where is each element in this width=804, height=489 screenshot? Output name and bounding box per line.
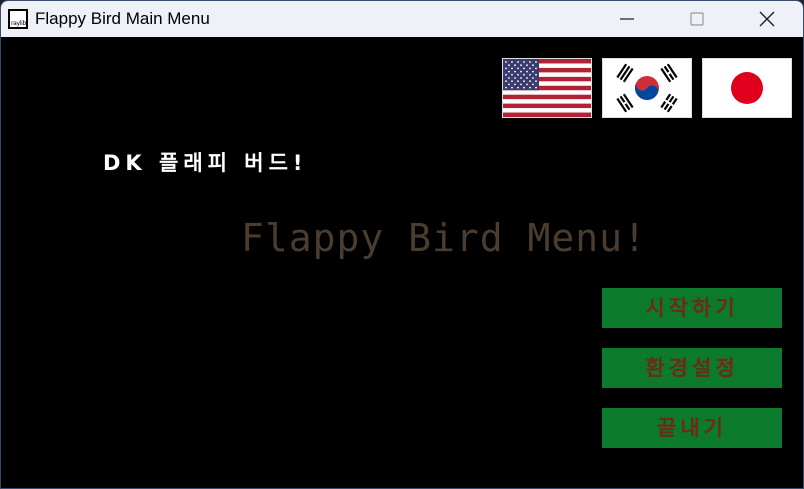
game-title: DK 플래피 버드! (103, 151, 308, 175)
minimize-button[interactable] (604, 1, 650, 37)
close-icon (759, 11, 775, 27)
close-button[interactable] (744, 1, 790, 37)
settings-button[interactable]: 환경설정 (602, 348, 782, 388)
korea-flag-icon (603, 59, 691, 117)
language-flag-english[interactable] (502, 58, 592, 118)
title-bar[interactable]: raylib Flappy Bird Main Menu (1, 1, 803, 37)
minimize-icon (620, 18, 634, 20)
start-button[interactable]: 시작하기 (602, 288, 782, 328)
us-flag-icon (503, 59, 591, 117)
exit-button[interactable]: 끝내기 (602, 408, 782, 448)
language-flag-japanese[interactable] (702, 58, 792, 118)
maximize-button[interactable] (674, 1, 720, 37)
maximize-icon (690, 12, 704, 26)
japan-flag-icon (703, 59, 791, 117)
window-title: Flappy Bird Main Menu (35, 9, 210, 28)
app-window: raylib Flappy Bird Main Menu DK 플래피 버드! … (0, 0, 804, 489)
raylib-app-icon: raylib (8, 9, 28, 29)
menu-title: Flappy Bird Menu! (241, 216, 647, 260)
language-flag-korean[interactable] (602, 58, 692, 118)
game-canvas: DK 플래피 버드! Flappy Bird Menu! 시작하기 환경설정 끝… (1, 37, 803, 488)
app-icon-label: raylib (11, 20, 27, 27)
